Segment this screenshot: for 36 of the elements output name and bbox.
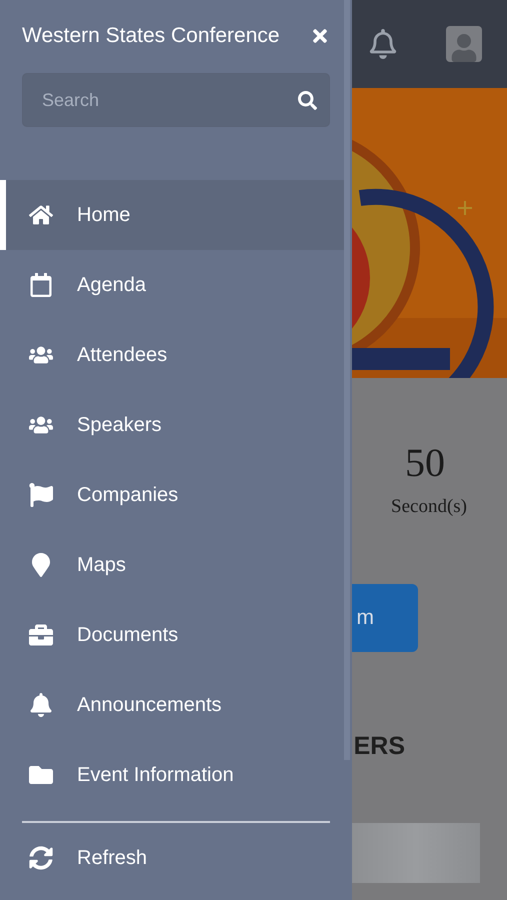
home-icon bbox=[28, 203, 54, 227]
search-field[interactable]: Search bbox=[22, 73, 330, 127]
menu-item[interactable]: Home bbox=[0, 180, 344, 250]
menu-item[interactable]: Documents bbox=[0, 600, 344, 670]
menu-item[interactable]: Announcements bbox=[0, 670, 344, 740]
menu-item[interactable]: Refresh bbox=[0, 823, 344, 893]
search-icon[interactable] bbox=[298, 90, 317, 110]
refresh-icon bbox=[28, 846, 54, 870]
menu-label: Event Information bbox=[77, 764, 234, 786]
menu-label: Agenda bbox=[77, 274, 146, 296]
close-button[interactable] bbox=[310, 26, 330, 46]
countdown-value: 50 bbox=[405, 440, 445, 486]
briefcase-icon bbox=[28, 623, 54, 647]
countdown-unit: Second(s) bbox=[391, 496, 467, 518]
menu-item[interactable]: Event Information bbox=[0, 740, 344, 810]
menu-label: Home bbox=[77, 204, 130, 226]
menu-item[interactable]: Speakers bbox=[0, 390, 344, 460]
drawer-title: Western States Conference bbox=[22, 24, 280, 48]
menu-label: Announcements bbox=[77, 694, 222, 716]
section-heading: ERS bbox=[354, 732, 405, 761]
menu-label: Speakers bbox=[77, 414, 162, 436]
folder-icon bbox=[28, 763, 54, 787]
search-input[interactable]: Search bbox=[40, 88, 298, 112]
menu-label: Refresh bbox=[77, 846, 148, 870]
bell-icon bbox=[28, 693, 54, 717]
menu-item[interactable]: Maps bbox=[0, 530, 344, 600]
menu-item[interactable]: Agenda bbox=[0, 250, 344, 320]
flag-icon bbox=[28, 483, 54, 507]
menu-label: Maps bbox=[77, 554, 126, 576]
menu-label: Companies bbox=[77, 484, 178, 506]
menu-label: Attendees bbox=[77, 344, 168, 366]
menu-label: Documents bbox=[77, 624, 178, 646]
calendar-icon bbox=[28, 273, 54, 297]
menu-item[interactable]: Companies bbox=[0, 460, 344, 530]
bell-icon[interactable] bbox=[368, 29, 398, 59]
menu-item[interactable]: Attendees bbox=[0, 320, 344, 390]
